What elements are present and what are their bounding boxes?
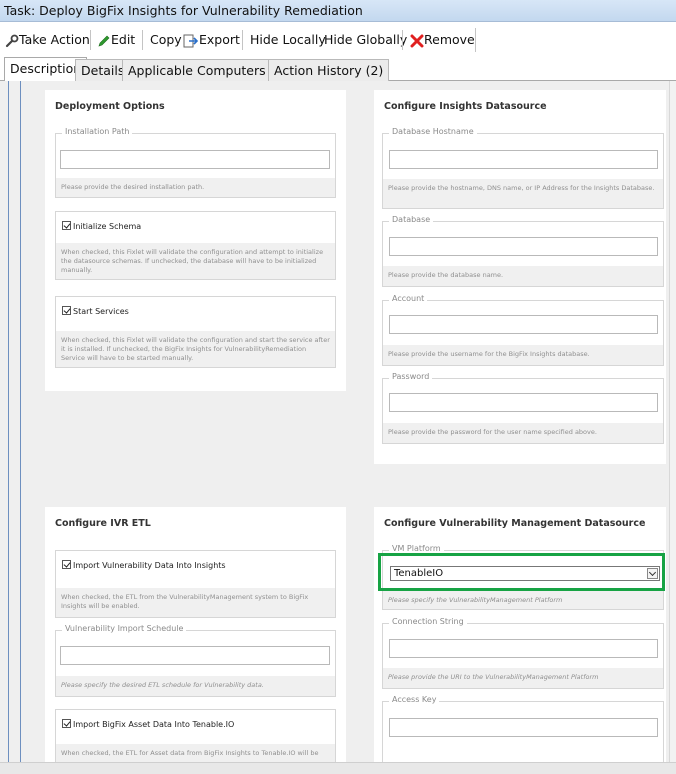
database-hostname-group: Database Hostname Please provide the hos… bbox=[382, 127, 664, 209]
panel-title: Deployment Options bbox=[55, 101, 165, 112]
toolbar-separator bbox=[242, 30, 243, 50]
field-help: When checked, the ETL from the Vulnerabi… bbox=[56, 588, 335, 617]
insights-datasource-panel: Configure Insights Datasource Database H… bbox=[374, 90, 666, 464]
toolbar: Take Action Edit Copy Export Hide Locall… bbox=[0, 26, 676, 54]
field-legend: Database bbox=[389, 215, 434, 224]
panel-title: Configure Insights Datasource bbox=[384, 101, 547, 112]
field-help: Please specify the VulnerabilityManageme… bbox=[383, 591, 663, 609]
deployment-options-panel: Deployment Options Installation Path Ple… bbox=[45, 90, 346, 391]
database-hostname-input[interactable] bbox=[389, 150, 658, 169]
panel-title: Configure IVR ETL bbox=[55, 518, 151, 529]
initialize-schema-checkbox[interactable]: Initialize Schema bbox=[62, 221, 141, 231]
database-input[interactable] bbox=[389, 237, 658, 256]
field-legend: Installation Path bbox=[62, 127, 133, 136]
checkbox-checked-icon bbox=[62, 719, 71, 728]
field-help: Please specify the desired ETL schedule … bbox=[56, 676, 335, 696]
field-legend: VM Platform bbox=[389, 544, 444, 553]
toolbar-separator bbox=[142, 30, 143, 50]
tab-bar: Description Details Applicable Computers… bbox=[0, 57, 676, 82]
ivr-etl-panel: Configure IVR ETL Import Vulnerability D… bbox=[45, 507, 346, 762]
toolbar-separator bbox=[402, 30, 403, 50]
status-bar bbox=[0, 762, 676, 774]
field-help: When checked, this Fixlet will validate … bbox=[56, 331, 335, 367]
field-legend: Access Key bbox=[389, 695, 440, 704]
toolbar-end-separator bbox=[475, 28, 476, 52]
password-input[interactable] bbox=[389, 393, 658, 412]
field-help: When checked, the ETL for Asset data fro… bbox=[56, 744, 335, 762]
initialize-schema-group: Initialize Schema When checked, this Fix… bbox=[55, 211, 336, 280]
field-help: Please provide the hostname, DNS name, o… bbox=[383, 179, 663, 208]
panel-title: Configure Vulnerability Management Datas… bbox=[384, 518, 646, 529]
vulnerability-schedule-input[interactable] bbox=[60, 646, 330, 665]
field-legend: Account bbox=[389, 294, 428, 303]
import-asset-group: Import BigFix Asset Data Into Tenable.IO… bbox=[55, 709, 336, 762]
hide-locally-button[interactable]: Hide Locally bbox=[250, 29, 326, 51]
password-group: Password Please provide the password for… bbox=[382, 372, 664, 444]
field-help: Please provide the password for the user… bbox=[383, 423, 663, 443]
margin-line bbox=[20, 81, 21, 762]
hide-globally-button[interactable]: Hide Globally bbox=[324, 29, 407, 51]
margin-line bbox=[8, 81, 9, 762]
start-services-checkbox[interactable]: Start Services bbox=[62, 306, 129, 316]
field-help: Please provide the desired installation … bbox=[56, 178, 335, 197]
import-vulnerability-group: Import Vulnerability Data Into Insights … bbox=[55, 550, 336, 618]
vulnerability-schedule-group: Vulnerability Import Schedule Please spe… bbox=[55, 624, 336, 697]
remove-x-icon bbox=[410, 34, 424, 47]
checkbox-checked-icon bbox=[62, 560, 71, 569]
highlight-box bbox=[378, 553, 665, 591]
vm-datasource-panel: Configure Vulnerability Management Datas… bbox=[374, 507, 666, 762]
import-asset-checkbox[interactable]: Import BigFix Asset Data Into Tenable.IO bbox=[62, 719, 234, 729]
access-key-input[interactable] bbox=[389, 718, 658, 737]
export-button[interactable]: Export bbox=[183, 29, 240, 51]
field-help: Please provide the username for the BigF… bbox=[383, 345, 663, 365]
field-help: Please provide the URI to the Vulnerabil… bbox=[383, 668, 663, 688]
account-group: Account Please provide the username for … bbox=[382, 294, 664, 366]
field-help: When checked, this Fixlet will validate … bbox=[56, 243, 335, 279]
pencil-icon bbox=[98, 35, 110, 46]
database-group: Database Please provide the database nam… bbox=[382, 215, 664, 287]
account-input[interactable] bbox=[389, 315, 658, 334]
description-content: Deployment Options Installation Path Ple… bbox=[0, 81, 676, 762]
take-action-button[interactable]: Take Action bbox=[5, 29, 90, 51]
installation-path-group: Installation Path Please provide the des… bbox=[55, 127, 336, 198]
field-legend: Vulnerability Import Schedule bbox=[62, 624, 187, 633]
start-services-group: Start Services When checked, this Fixlet… bbox=[55, 296, 336, 368]
field-help: Please provide the database name. bbox=[383, 266, 663, 286]
field-legend: Password bbox=[389, 372, 433, 381]
edit-button[interactable]: Edit bbox=[97, 29, 135, 51]
connection-string-input[interactable] bbox=[389, 639, 658, 658]
import-vulnerability-checkbox[interactable]: Import Vulnerability Data Into Insights bbox=[62, 560, 226, 570]
vertical-scrollbar[interactable] bbox=[669, 81, 676, 762]
tab-action-history[interactable]: Action History (2) bbox=[268, 59, 390, 81]
connection-string-group: Connection String Please provide the URI… bbox=[382, 617, 664, 689]
remove-button[interactable]: Remove bbox=[410, 29, 475, 51]
checkbox-checked-icon bbox=[62, 221, 71, 230]
checkbox-checked-icon bbox=[62, 306, 71, 315]
wrench-icon bbox=[5, 34, 19, 47]
installation-path-input[interactable] bbox=[60, 150, 330, 169]
export-icon bbox=[183, 34, 199, 47]
field-legend: Database Hostname bbox=[389, 127, 477, 136]
access-key-group: Access Key bbox=[382, 695, 664, 762]
copy-button[interactable]: Copy bbox=[150, 29, 182, 51]
window-title: Task: Deploy BigFix Insights for Vulnera… bbox=[0, 0, 676, 22]
toolbar-separator bbox=[90, 30, 91, 50]
field-legend: Connection String bbox=[389, 617, 467, 626]
